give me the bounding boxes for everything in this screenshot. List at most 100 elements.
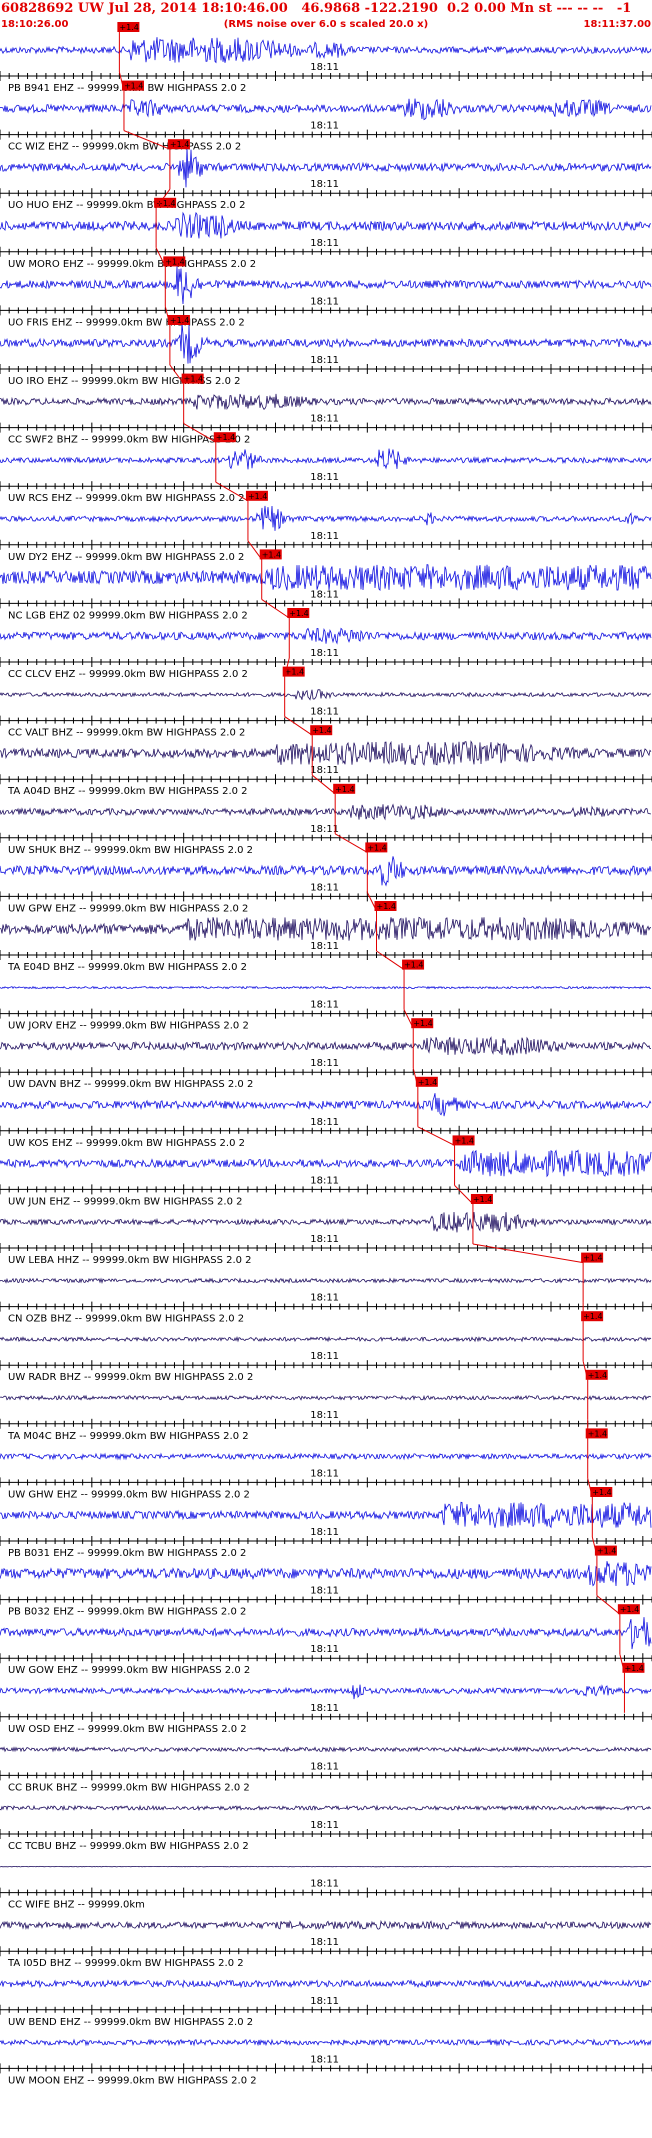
pick-label: +1.4: [165, 257, 184, 266]
waveform-trace: [0, 1684, 652, 1700]
pick-label: +1.4: [289, 609, 308, 618]
station-label: NC LGB EHZ 02 99999.0km BW HIGHPASS 2.0 …: [8, 610, 248, 621]
station-label: UW LEBA HHZ -- 99999.0km BW HIGHPASS 2.0…: [8, 1255, 252, 1266]
tick-label: 18:11: [310, 1703, 339, 1714]
tick-label: 18:11: [310, 1410, 339, 1421]
station-label: TA A04D BHZ -- 99999.0km BW HIGHPASS 2.0…: [7, 786, 248, 797]
tick-label: 18:11: [310, 1761, 339, 1772]
waveform-trace: [0, 1561, 652, 1587]
station-label: UW KOS EHZ -- 99999.0km BW HIGHPASS 2.0 …: [8, 1138, 245, 1149]
tick-label: 18:11: [310, 1820, 339, 1831]
tick-label: 18:11: [310, 882, 339, 893]
waveform-trace: [0, 740, 652, 766]
station-label: UW DY2 EHZ -- 99999.0km BW HIGHPASS 2.0 …: [8, 552, 244, 563]
tick-label: 18:11: [310, 238, 339, 249]
waveform-trace: [0, 985, 652, 990]
pick-label: +1.4: [124, 82, 143, 91]
pick-label: +1.4: [216, 433, 235, 442]
tick-label: 18:11: [310, 648, 339, 659]
station-label: UO IRO EHZ -- 99999.0km BW HIGHPASS 2.0 …: [8, 376, 241, 387]
waveform-trace: [0, 1452, 652, 1461]
tick-label: 18:11: [310, 1000, 339, 1011]
pick-label: +1.4: [597, 1547, 616, 1556]
station-label: UW MORO EHZ -- 99999.0km BW HIGHPASS 2.0…: [8, 259, 256, 270]
waveform-trace: [0, 1149, 652, 1178]
moveout-line: [247, 540, 263, 560]
tick-label: 18:11: [310, 1937, 339, 1948]
pick-label: +1.4: [588, 1429, 607, 1438]
moveout-line: [334, 833, 368, 853]
station-label: PB B032 EHZ -- 99999.0km BW HIGHPASS 2.0…: [8, 1607, 246, 1618]
pick-label: +1.4: [583, 1312, 602, 1321]
waveform-trace: [0, 1979, 652, 1989]
station-label: UW GHW EHZ -- 99999.0km BW HIGHPASS 2.0 …: [8, 1489, 250, 1500]
station-label: CN OZB BHZ -- 99999.0km BW HIGHPASS 2.0 …: [8, 1314, 244, 1325]
pick-label: +1.4: [184, 375, 203, 384]
pick-label: +1.4: [624, 1664, 643, 1673]
tick-label: 18:11: [310, 121, 339, 132]
moveout-line: [596, 1595, 621, 1615]
tick-label: 18:11: [310, 355, 339, 366]
tick-label: 18:11: [310, 296, 339, 307]
waveform-trace: [0, 393, 652, 411]
waveform-trace: [0, 98, 652, 121]
seismogram-plot: 18:11PB B941 EHZ -- 99999.0km BW HIGHPAS…: [0, 22, 652, 2086]
waveform-trace: [0, 627, 652, 645]
tick-label: 18:11: [310, 472, 339, 483]
pick-label: +1.4: [170, 316, 189, 325]
tick-label: 18:11: [310, 414, 339, 425]
pick-label: +1.4: [404, 961, 423, 970]
moveout-line: [472, 1243, 584, 1264]
waveform-trace: [0, 803, 651, 821]
moveout-line: [417, 1126, 455, 1146]
waveform-trace: [0, 1394, 652, 1401]
tick-label: 18:11: [310, 1468, 339, 1479]
waveform-trace: [0, 1211, 652, 1233]
station-label: UO HUO EHZ -- 99999.0km BW HIGHPASS 2.0 …: [8, 200, 245, 211]
tick-label: 18:11: [310, 1058, 339, 1069]
station-label: UW JORV EHZ -- 99999.0km BW HIGHPASS 2.0…: [8, 1021, 249, 1032]
tick-label: 18:11: [310, 1117, 339, 1128]
station-label: UW JUN EHZ -- 99999.0km BW HIGHPASS 2.0 …: [8, 1196, 243, 1207]
moveout-line: [376, 950, 405, 971]
station-label: UW BEND EHZ -- 99999.0km BW HIGHPASS 2.0…: [8, 2017, 253, 2028]
waveform-trace: [0, 505, 652, 531]
moveout-line: [284, 716, 313, 736]
pick-label: +1.4: [377, 902, 396, 911]
waveform-trace: [0, 448, 652, 470]
waveform-trace: [0, 1336, 652, 1343]
waveform-trace: [0, 1093, 652, 1117]
station-label: CC VALT BHZ -- 99999.0km BW HIGHPASS 2.0…: [8, 728, 245, 739]
waveform-trace: [0, 1919, 652, 1931]
station-label: UW MOON EHZ -- 99999.0km BW HIGHPASS 2.0…: [8, 2075, 257, 2086]
station-label: CC TCBU BHZ -- 99999.0km BW HIGHPASS 2.0…: [8, 1841, 249, 1852]
pick-label: +1.4: [418, 1078, 437, 1087]
pick-label: +1.4: [262, 550, 281, 559]
pick-label: +1.4: [335, 785, 354, 794]
pick-label: +1.4: [312, 726, 331, 735]
station-label: UW OSD EHZ -- 99999.0km BW HIGHPASS 2.0 …: [8, 1724, 247, 1735]
waveform-trace: [0, 2038, 652, 2047]
station-label: UW RADR BHZ -- 99999.0km BW HIGHPASS 2.0…: [8, 1372, 253, 1383]
pick-label: +1.4: [455, 1136, 474, 1145]
pick-label: +1.4: [592, 1488, 611, 1497]
waveform-trace: [0, 1865, 652, 1868]
pick-label: +1.4: [588, 1371, 607, 1380]
tick-label: 18:11: [310, 1293, 339, 1304]
tick-label: 18:11: [310, 707, 339, 718]
tick-label: 18:11: [310, 1234, 339, 1245]
station-label: TA M04C BHZ -- 99999.0km BW HIGHPASS 2.0…: [7, 1431, 249, 1442]
pick-label: +1.4: [620, 1605, 639, 1614]
station-label: UW DAVN BHZ -- 99999.0km BW HIGHPASS 2.0…: [8, 1079, 253, 1090]
station-label: UO FRIS EHZ -- 99999.0km BW HIGHPASS 2.0…: [8, 317, 245, 328]
tick-label: 18:11: [310, 1351, 339, 1362]
station-label: CC WIZ EHZ -- 99999.0km BW HIGHPASS 2.0 …: [8, 142, 241, 153]
tick-label: 18:11: [310, 531, 339, 542]
tick-label: 18:11: [310, 62, 339, 73]
station-label: UW GPW EHZ -- 99999.0km BW HIGHPASS 2.0 …: [8, 903, 248, 914]
pick-label: +1.4: [583, 1254, 602, 1263]
tick-label: 18:11: [310, 1175, 339, 1186]
station-label: CC CLCV EHZ -- 99999.0km BW HIGHPASS 2.0…: [8, 669, 248, 680]
tick-label: 18:11: [310, 765, 339, 776]
station-label: UW GOW EHZ -- 99999.0km BW HIGHPASS 2.0 …: [8, 1665, 250, 1676]
